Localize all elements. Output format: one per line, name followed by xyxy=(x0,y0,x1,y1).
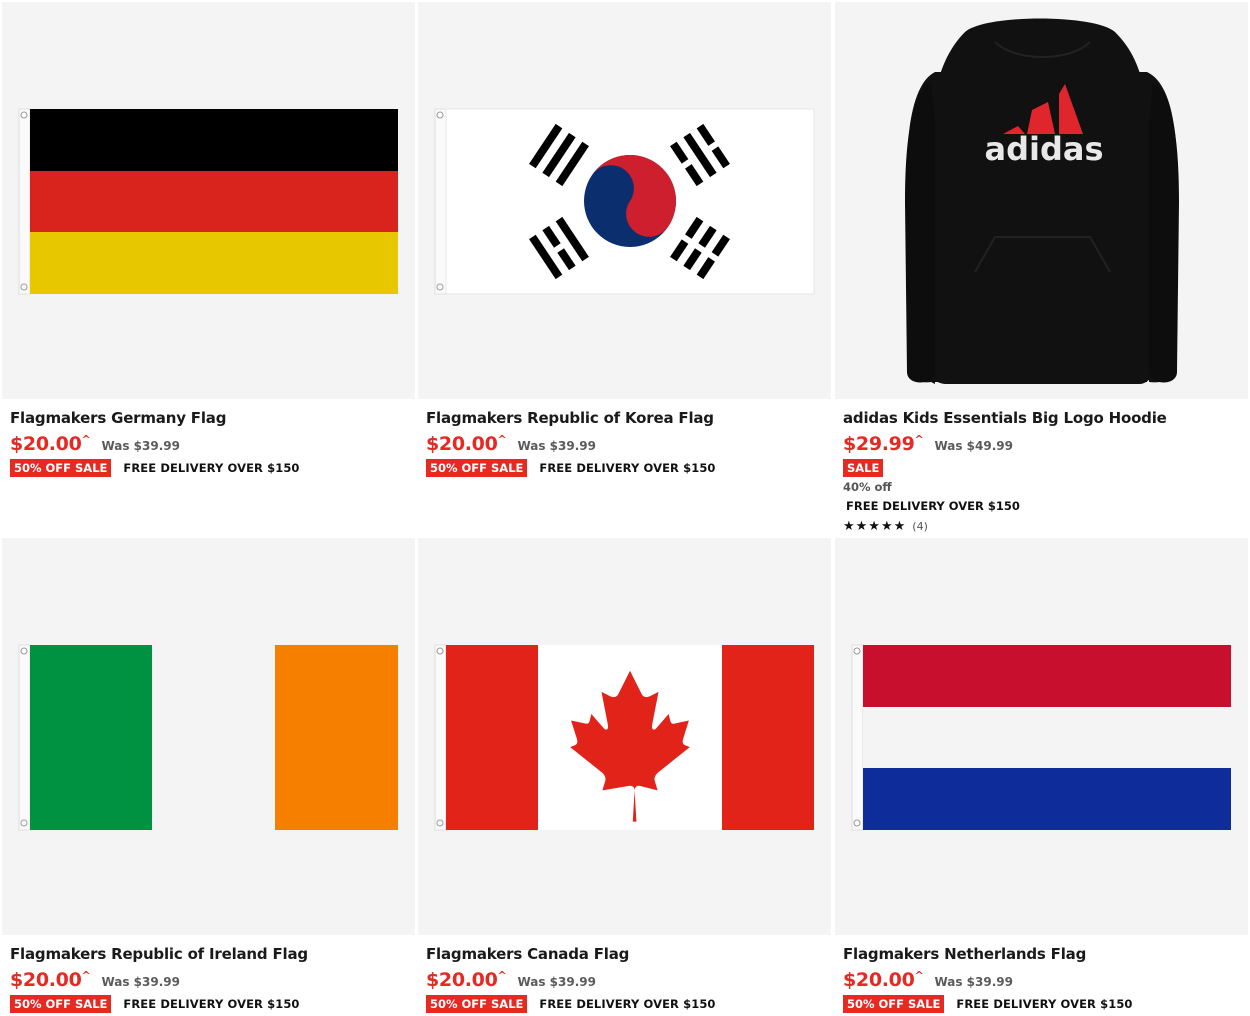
adidas-logo: adidas xyxy=(984,130,1103,168)
product-title[interactable]: Flagmakers Netherlands Flag xyxy=(843,944,1243,964)
delivery-note: FREE DELIVERY OVER $150 xyxy=(123,461,300,475)
sale-badge: 50% OFF SALE xyxy=(10,459,112,477)
product-title[interactable]: Flagmakers Canada Flag xyxy=(426,944,826,964)
delivery-note: FREE DELIVERY OVER $150 xyxy=(123,997,300,1011)
sale-badge: 50% OFF SALE xyxy=(426,995,528,1013)
product-image-hoodie[interactable]: adidas xyxy=(835,2,1248,399)
canada-flag-image xyxy=(434,644,814,831)
sale-price: $20.00^ xyxy=(426,433,507,455)
delivery-note: FREE DELIVERY OVER $150 xyxy=(539,461,716,475)
product-title[interactable]: Flagmakers Republic of Ireland Flag xyxy=(10,944,410,964)
was-price: Was $39.99 xyxy=(934,975,1013,989)
was-price: Was $39.99 xyxy=(101,975,180,989)
product-image-korea-flag[interactable] xyxy=(418,2,831,399)
germany-flag-image xyxy=(18,108,398,295)
korea-flag-image xyxy=(434,108,815,295)
sale-badge: 50% OFF SALE xyxy=(843,995,945,1013)
hoodie-image: adidas xyxy=(905,18,1179,384)
was-price: Was $39.99 xyxy=(517,439,596,453)
was-price: Was $39.99 xyxy=(101,439,180,453)
product-image-germany-flag[interactable] xyxy=(2,2,415,399)
delivery-note: FREE DELIVERY OVER $150 xyxy=(846,499,1020,513)
sale-price: $20.00^ xyxy=(10,433,91,455)
product-title[interactable]: Flagmakers Germany Flag xyxy=(10,408,410,428)
product-title[interactable]: adidas Kids Essentials Big Logo Hoodie xyxy=(843,408,1243,428)
rating[interactable]: ★★★★★ (4) xyxy=(843,518,1243,534)
ireland-flag-image xyxy=(18,644,398,831)
was-price: Was $49.99 xyxy=(934,439,1013,453)
rating-count: (4) xyxy=(912,519,928,533)
sale-price: $20.00^ xyxy=(843,969,924,991)
was-price: Was $39.99 xyxy=(517,975,596,989)
sale-price: $20.00^ xyxy=(10,969,91,991)
product-title[interactable]: Flagmakers Republic of Korea Flag xyxy=(426,408,826,428)
netherlands-flag-image xyxy=(851,644,1231,831)
discount-percent: 40% off xyxy=(843,480,892,494)
product-image-canada-flag[interactable] xyxy=(418,538,831,935)
star-rating-icon: ★★★★★ xyxy=(843,518,907,534)
sale-price: $20.00^ xyxy=(426,969,507,991)
sale-price: $29.99^ xyxy=(843,433,924,455)
sale-badge: SALE xyxy=(843,459,884,477)
product-image-ireland-flag[interactable] xyxy=(2,538,415,935)
delivery-note: FREE DELIVERY OVER $150 xyxy=(956,997,1133,1011)
product-image-netherlands-flag[interactable] xyxy=(835,538,1248,935)
delivery-note: FREE DELIVERY OVER $150 xyxy=(539,997,716,1011)
sale-badge: 50% OFF SALE xyxy=(10,995,112,1013)
sale-badge: 50% OFF SALE xyxy=(426,459,528,477)
